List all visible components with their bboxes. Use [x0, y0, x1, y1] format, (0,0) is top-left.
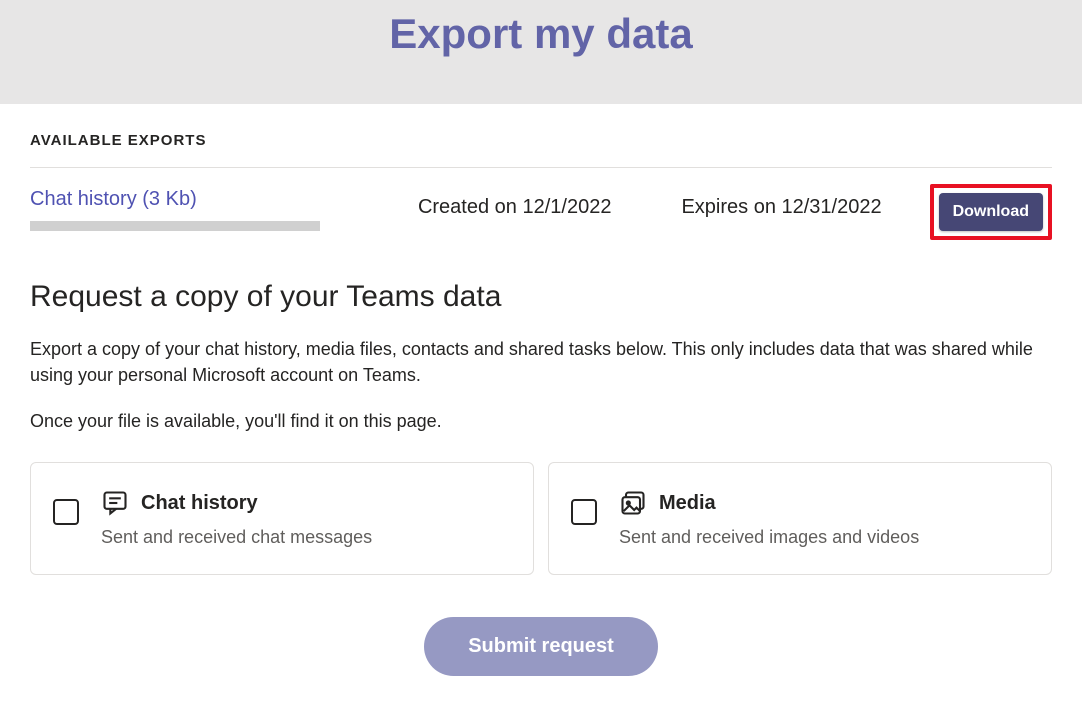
divider — [30, 167, 1052, 168]
page-header: Export my data — [0, 0, 1082, 104]
card-media: Media Sent and received images and video… — [548, 462, 1052, 575]
chat-icon — [101, 489, 129, 517]
download-button[interactable]: Download — [939, 193, 1043, 231]
export-created: Created on 12/1/2022 — [418, 196, 612, 219]
request-note: Once your file is available, you'll find… — [30, 408, 1052, 434]
available-exports-label: AVAILABLE EXPORTS — [30, 132, 1052, 149]
export-row: Chat history (3 Kb) Created on 12/1/2022… — [30, 186, 1052, 280]
page-title: Export my data — [389, 10, 692, 58]
chat-history-checkbox[interactable] — [53, 499, 79, 525]
redacted-text — [30, 221, 320, 231]
card-chat-history: Chat history Sent and received chat mess… — [30, 462, 534, 575]
export-file-link[interactable]: Chat history (3 Kb) — [30, 188, 197, 211]
request-heading: Request a copy of your Teams data — [30, 280, 1052, 314]
submit-wrap: Submit request — [30, 617, 1052, 676]
content-area: AVAILABLE EXPORTS Chat history (3 Kb) Cr… — [0, 104, 1082, 716]
export-meta: Created on 12/1/2022 Expires on 12/31/20… — [418, 186, 882, 219]
request-description: Export a copy of your chat history, medi… — [30, 336, 1052, 388]
chat-card-title: Chat history — [141, 492, 258, 515]
media-card-sub: Sent and received images and videos — [619, 527, 919, 548]
export-expires: Expires on 12/31/2022 — [681, 196, 881, 219]
image-icon — [619, 489, 647, 517]
options-cards: Chat history Sent and received chat mess… — [30, 462, 1052, 575]
submit-request-button[interactable]: Submit request — [424, 617, 658, 676]
chat-card-sub: Sent and received chat messages — [101, 527, 372, 548]
download-highlight: Download — [930, 184, 1052, 240]
media-checkbox[interactable] — [571, 499, 597, 525]
media-card-title: Media — [659, 492, 716, 515]
export-left: Chat history (3 Kb) — [30, 186, 370, 231]
